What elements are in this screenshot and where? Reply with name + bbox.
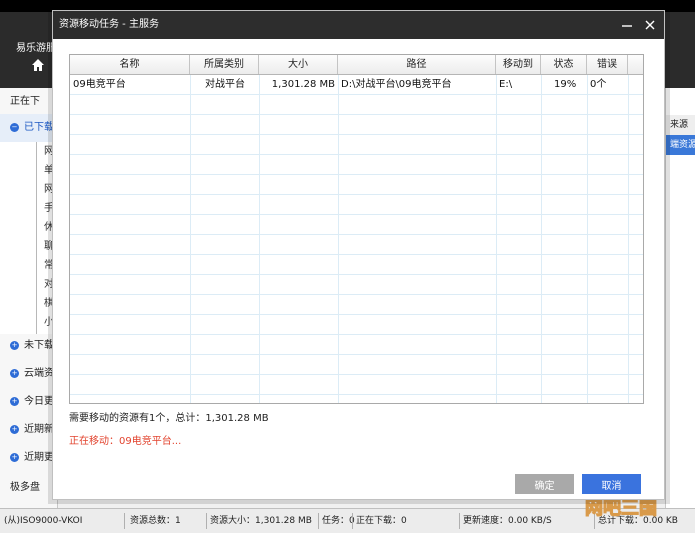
column-header-move-to[interactable]: 移动到 xyxy=(496,55,541,74)
close-icon[interactable] xyxy=(641,16,659,34)
cell-move-to: E:\ xyxy=(499,79,513,90)
status-update-speed: 更新速度：0.00 KB/S xyxy=(463,516,552,526)
empty-row xyxy=(70,155,643,175)
column-divider xyxy=(587,75,588,403)
column-divider xyxy=(628,75,629,403)
column-header-status[interactable]: 状态 xyxy=(541,55,587,74)
empty-row xyxy=(70,275,643,295)
status-divider xyxy=(206,513,207,529)
move-progress-text: 正在移动：09电竞平台... xyxy=(69,436,182,447)
empty-row xyxy=(70,135,643,155)
status-divider xyxy=(352,513,353,529)
sidebar-item-label: 极多盘 xyxy=(10,482,40,493)
status-divider xyxy=(459,513,460,529)
status-resource-size: 资源大小：1,301.28 MB xyxy=(210,516,312,526)
empty-row xyxy=(70,335,643,355)
cell-path: D:\对战平台\09电竞平台 xyxy=(341,79,452,90)
empty-row xyxy=(70,315,643,335)
column-header-path[interactable]: 路径 xyxy=(338,55,496,74)
status-tasks: 任务：0 xyxy=(322,516,355,526)
column-header-source[interactable]: 来源 xyxy=(666,115,695,135)
status-divider xyxy=(124,513,125,529)
table-row[interactable]: 09电竞平台 对战平台 1,301.28 MB D:\对战平台\09电竞平台 E… xyxy=(70,75,643,95)
sidebar-item-label: 正在下 xyxy=(10,96,40,107)
expand-icon[interactable]: + xyxy=(10,425,19,434)
expand-icon[interactable]: + xyxy=(10,369,19,378)
column-divider xyxy=(541,75,542,403)
cell-name: 09电竞平台 xyxy=(73,79,126,90)
column-divider xyxy=(496,75,497,403)
empty-row xyxy=(70,175,643,195)
collapse-icon[interactable]: − xyxy=(10,123,19,132)
cell-status: 19% xyxy=(554,79,577,90)
status-total-resources: 资源总数：1 xyxy=(130,516,181,526)
move-summary: 需要移动的资源有1个，总计：1,301.28 MB xyxy=(69,413,269,424)
cell-category: 对战平台 xyxy=(205,79,245,90)
cancel-button[interactable]: 取消 xyxy=(582,474,641,494)
empty-row xyxy=(70,375,643,395)
expand-icon[interactable]: + xyxy=(10,341,19,350)
empty-row xyxy=(70,295,643,315)
empty-row xyxy=(70,255,643,275)
column-header-category[interactable]: 所属类别 xyxy=(190,55,259,74)
empty-row xyxy=(70,115,643,135)
home-icon[interactable] xyxy=(31,58,45,72)
column-header-size[interactable]: 大小 xyxy=(259,55,338,74)
resource-move-dialog: 资源移动任务 - 主服务 名称 所属类别 大小 路径 移动到 状态 错误 09电… xyxy=(52,10,665,500)
column-divider xyxy=(259,75,260,403)
status-downloading: 正在下载：0 xyxy=(356,516,407,526)
cell-size: 1,301.28 MB xyxy=(271,79,335,90)
table-header: 名称 所属类别 大小 路径 移动到 状态 错误 xyxy=(70,55,643,75)
expand-icon[interactable]: + xyxy=(10,453,19,462)
empty-row xyxy=(70,95,643,115)
empty-row xyxy=(70,215,643,235)
column-divider xyxy=(190,75,191,403)
minimize-icon[interactable] xyxy=(618,16,636,34)
move-task-table: 名称 所属类别 大小 路径 移动到 状态 错误 09电竞平台 对战平台 1,30… xyxy=(69,54,644,404)
column-header-error[interactable]: 错误 xyxy=(587,55,628,74)
empty-row xyxy=(70,355,643,375)
dialog-title: 资源移动任务 - 主服务 xyxy=(59,19,159,30)
column-header-name[interactable]: 名称 xyxy=(70,55,190,74)
expand-icon[interactable]: + xyxy=(10,397,19,406)
cell-error: 0个 xyxy=(590,79,607,90)
ok-button[interactable]: 确定 xyxy=(515,474,574,494)
empty-row xyxy=(70,195,643,215)
table-row[interactable]: 端资源 xyxy=(666,135,695,155)
status-server: (从)ISO9000-VKOI xyxy=(4,516,83,526)
column-divider xyxy=(338,75,339,403)
dialog-titlebar[interactable]: 资源移动任务 - 主服务 xyxy=(53,11,664,39)
status-divider xyxy=(318,513,319,529)
empty-row xyxy=(70,235,643,255)
